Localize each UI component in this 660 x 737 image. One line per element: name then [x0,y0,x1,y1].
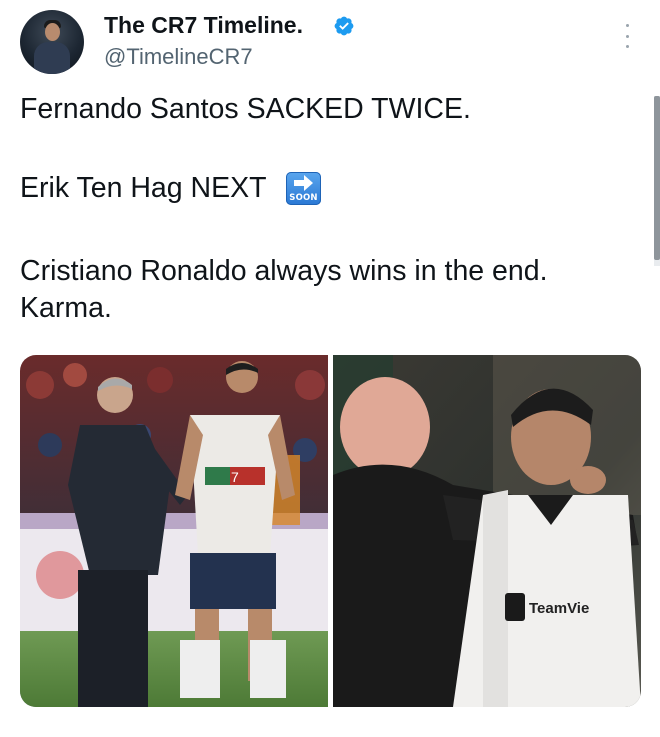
tweet-photo-left[interactable]: 7 [20,355,328,707]
tweet-text-line: Fernando Santos SACKED TWICE. [20,93,471,125]
photo-santos-ronaldo-icon: 7 [20,355,328,707]
photo-tenhag-ronaldo-icon: TeamVie [333,355,641,707]
tweet-text-line: Erik Ten Hag NEXT [20,172,267,204]
verified-badge-icon [334,16,354,36]
soon-label: SOON [289,193,318,203]
tweet-text-line: Karma. [20,292,112,324]
sponsor-text: TeamVie [529,600,589,617]
more-vertical-icon[interactable] [620,24,634,48]
author-avatar[interactable] [20,10,84,74]
tweet-card: The CR7 Timeline. @TimelineCR7 Fernando … [0,0,660,737]
soon-arrow-emoji-icon: SOON [286,172,321,205]
scrollbar-thumb[interactable] [654,96,660,260]
author-handle[interactable]: @TimelineCR7 [104,44,253,70]
tweet-text-line: Cristiano Ronaldo always wins in the end… [20,255,548,287]
tweet-photo-right[interactable]: TeamVie [333,355,641,707]
author-display-name[interactable]: The CR7 Timeline. [104,12,303,39]
jersey-number: 7 [231,469,239,485]
